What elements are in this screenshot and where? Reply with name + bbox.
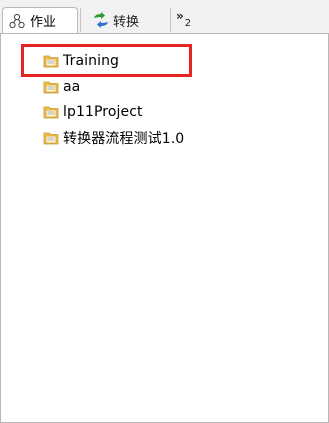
tab-overflow-button[interactable]: »2 xyxy=(176,9,192,30)
tree-item-converter-flow-test[interactable]: 转换器流程测试1.0 xyxy=(43,128,184,148)
tab-divider xyxy=(170,8,171,32)
project-folder-icon xyxy=(43,79,59,95)
tab-transform[interactable]: 转换 xyxy=(86,7,170,33)
chevron-double-right-icon: » xyxy=(176,9,184,23)
project-folder-icon xyxy=(43,53,59,69)
tab-bar: 作业 转换 »2 xyxy=(0,0,329,34)
tree-item-label: aa xyxy=(63,79,81,95)
tab-jobs[interactable]: 作业 xyxy=(2,7,78,34)
overflow-count: 2 xyxy=(184,18,192,30)
tree-item-label: lp11Project xyxy=(63,104,143,120)
tree-item-training[interactable]: Training xyxy=(43,51,119,71)
job-network-icon xyxy=(9,13,25,29)
tab-divider xyxy=(80,8,81,32)
project-folder-icon xyxy=(43,104,59,120)
tree-item-label: 转换器流程测试1.0 xyxy=(63,131,185,147)
tab-transform-label: 转换 xyxy=(113,14,140,30)
tab-bar-border xyxy=(0,33,329,34)
tab-jobs-label: 作业 xyxy=(30,15,57,30)
tree-item-lp11project[interactable]: lp11Project xyxy=(43,102,143,122)
tree-item-aa[interactable]: aa xyxy=(43,77,80,97)
project-folder-icon xyxy=(43,130,59,146)
tree-item-label: Training xyxy=(63,53,120,69)
transform-arrows-icon xyxy=(92,12,108,28)
